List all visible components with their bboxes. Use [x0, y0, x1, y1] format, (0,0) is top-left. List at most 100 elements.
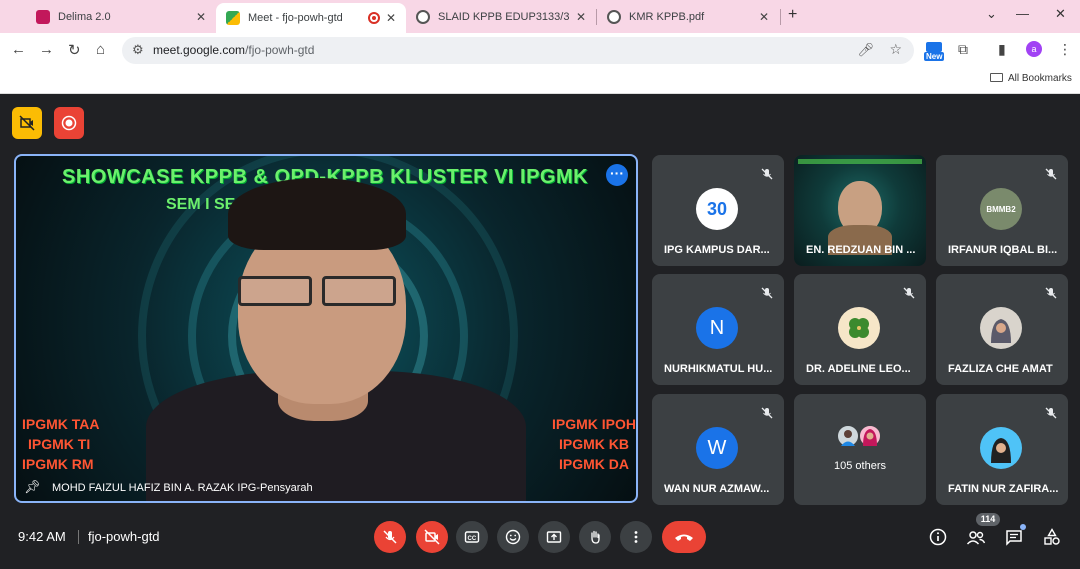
- close-tab-icon[interactable]: ✕: [759, 10, 769, 24]
- participant-tile[interactable]: N NURHIKMATUL HU...: [652, 274, 784, 385]
- browser-toolbar: ← → ↻ ⌂ ⚙ meet.google.com/fjo-powh-gtd 🎤…: [0, 33, 1080, 67]
- participant-name: DR. ADELINE LEO...: [806, 363, 911, 375]
- participant-tile[interactable]: BMMB2 IRFANUR IQBAL BI...: [936, 155, 1068, 266]
- menu-kebab-icon[interactable]: ⋮: [1058, 41, 1072, 58]
- url-path: /fjo-powh-gtd: [245, 43, 315, 57]
- tab-search-chevron-icon[interactable]: ⌄: [986, 6, 997, 22]
- close-tab-icon[interactable]: ✕: [576, 10, 586, 24]
- bookmark-star-icon[interactable]: ☆: [889, 41, 902, 58]
- back-arrow-icon[interactable]: ←: [11, 41, 26, 58]
- tab-slaid[interactable]: SLAID KPPB EDUP3133/3123 ✕: [406, 2, 596, 31]
- mic-off-icon: [760, 286, 774, 300]
- leave-call-button[interactable]: [662, 521, 706, 553]
- side-panel-icon[interactable]: ▮: [998, 41, 1006, 58]
- meet-stage: SHOWCASE KPPB & OPD-KPPB KLUSTER VI IPGM…: [0, 95, 1080, 569]
- tab-meet[interactable]: Meet - fjo-powh-gtd ✕: [216, 3, 406, 33]
- new-badge-label: New: [924, 52, 945, 61]
- campus-label: IPGMK TAA: [22, 416, 100, 432]
- forward-arrow-icon[interactable]: →: [39, 41, 54, 58]
- initial-avatar: N: [696, 307, 738, 349]
- mic-off-icon: [760, 406, 774, 420]
- people-button[interactable]: [965, 526, 987, 548]
- new-tab-button[interactable]: +: [788, 6, 797, 24]
- participant-tile[interactable]: 30 IPG KAMPUS DAR...: [652, 155, 784, 266]
- participant-tile[interactable]: W WAN NUR AZMAW...: [652, 394, 784, 505]
- group-logo-avatar: BMMB2: [980, 188, 1022, 230]
- recording-status-button[interactable]: [54, 107, 84, 139]
- participant-name: WAN NUR AZMAW...: [664, 483, 770, 495]
- others-count-label: 105 others: [834, 460, 886, 472]
- pin-icon[interactable]: 📌︎: [24, 479, 41, 495]
- raise-hand-button[interactable]: [579, 521, 611, 553]
- participant-tile[interactable]: DR. ADELINE LEO...: [794, 274, 926, 385]
- activities-button[interactable]: [1041, 526, 1063, 548]
- present-screen-button[interactable]: [538, 521, 570, 553]
- address-bar[interactable]: ⚙ meet.google.com/fjo-powh-gtd 🎤︎ ☆: [122, 37, 914, 64]
- info-icon: [929, 528, 947, 546]
- logo-text: BMMB2: [986, 204, 1016, 214]
- all-bookmarks-label: All Bookmarks: [1008, 73, 1072, 84]
- present-icon: [546, 531, 562, 543]
- more-options-icon[interactable]: ···: [606, 164, 628, 186]
- more-vert-icon: [634, 531, 638, 543]
- others-tile[interactable]: 105 others: [794, 394, 926, 505]
- url-host: meet.google.com: [153, 43, 246, 57]
- right-campus-list: IPGMK IPOH IPGMK KB IPGMK DA: [552, 414, 636, 474]
- minimize-button[interactable]: —: [1016, 6, 1029, 21]
- participant-tile[interactable]: EN. REDZUAN BIN ...: [794, 155, 926, 266]
- meet-favicon-icon: [226, 11, 240, 25]
- mic-toggle-button[interactable]: [374, 521, 406, 553]
- more-options-button[interactable]: [620, 521, 652, 553]
- others-avatar-2: [858, 424, 882, 448]
- profile-avatar[interactable]: a: [1026, 41, 1042, 57]
- camera-toggle-button[interactable]: [416, 521, 448, 553]
- new-extension-badge[interactable]: New: [924, 42, 946, 62]
- others-avatar-1: [836, 424, 860, 448]
- tab-pdf[interactable]: KMR KPPB.pdf ✕: [597, 2, 779, 31]
- participant-tile[interactable]: FATIN NUR ZAFIRA...: [936, 394, 1068, 505]
- extensions-puzzle-icon[interactable]: ⧉: [958, 41, 968, 58]
- people-icon: [966, 531, 986, 545]
- hijab-person-icon: [991, 319, 1011, 343]
- profile-initial: a: [1031, 44, 1037, 54]
- chat-icon: [1006, 530, 1022, 546]
- home-icon[interactable]: ⌂: [96, 41, 105, 58]
- bookmarks-bar: All Bookmarks: [0, 67, 1080, 94]
- close-window-button[interactable]: ✕: [1055, 6, 1066, 22]
- extension-icon: [926, 42, 942, 52]
- tab-title: KMR KPPB.pdf: [629, 10, 705, 23]
- globe-icon: [416, 9, 430, 24]
- meeting-code: fjo-powh-gtd: [88, 529, 160, 544]
- no-camera-status-button[interactable]: [12, 107, 42, 139]
- mic-off-icon: [383, 530, 397, 544]
- close-tab-icon[interactable]: ✕: [196, 10, 206, 24]
- chat-button[interactable]: [1003, 524, 1026, 548]
- tab-divider: [780, 9, 781, 25]
- bottom-divider: [78, 530, 79, 544]
- mic-icon[interactable]: 🎤︎: [857, 42, 874, 58]
- captions-button[interactable]: CC: [456, 521, 488, 553]
- browser-tab-strip: Delima 2.0 ✕ Meet - fjo-powh-gtd ✕ SLAID…: [0, 0, 1080, 33]
- mic-off-icon: [760, 167, 774, 181]
- mic-off-icon: [902, 286, 916, 300]
- tab-title: Meet - fjo-powh-gtd: [248, 12, 343, 24]
- participant-name: EN. REDZUAN BIN ...: [806, 244, 916, 256]
- tab-delima[interactable]: Delima 2.0 ✕: [26, 2, 216, 31]
- site-settings-icon[interactable]: ⚙: [132, 42, 144, 58]
- reload-icon[interactable]: ↻: [68, 41, 81, 59]
- meeting-details-button[interactable]: [927, 526, 949, 548]
- hand-icon: [591, 530, 600, 544]
- tab-title: SLAID KPPB EDUP3133/3123: [438, 10, 570, 23]
- close-tab-icon[interactable]: ✕: [386, 11, 396, 25]
- main-video-tile[interactable]: SHOWCASE KPPB & OPD-KPPB KLUSTER VI IPGM…: [14, 154, 638, 503]
- glasses-right-lens: [322, 276, 396, 306]
- participant-tile[interactable]: FAZLIZA CHE AMAT: [936, 274, 1068, 385]
- all-bookmarks-button[interactable]: All Bookmarks: [990, 73, 1072, 84]
- clover-photo-avatar: [838, 307, 880, 349]
- campus-label: IPGMK TI: [28, 436, 91, 452]
- campus-label: IPGMK KB: [559, 436, 629, 452]
- clover-icon: [849, 318, 869, 338]
- tab-title: Delima 2.0: [58, 10, 111, 23]
- emoji-icon: [505, 529, 521, 545]
- reactions-button[interactable]: [497, 521, 529, 553]
